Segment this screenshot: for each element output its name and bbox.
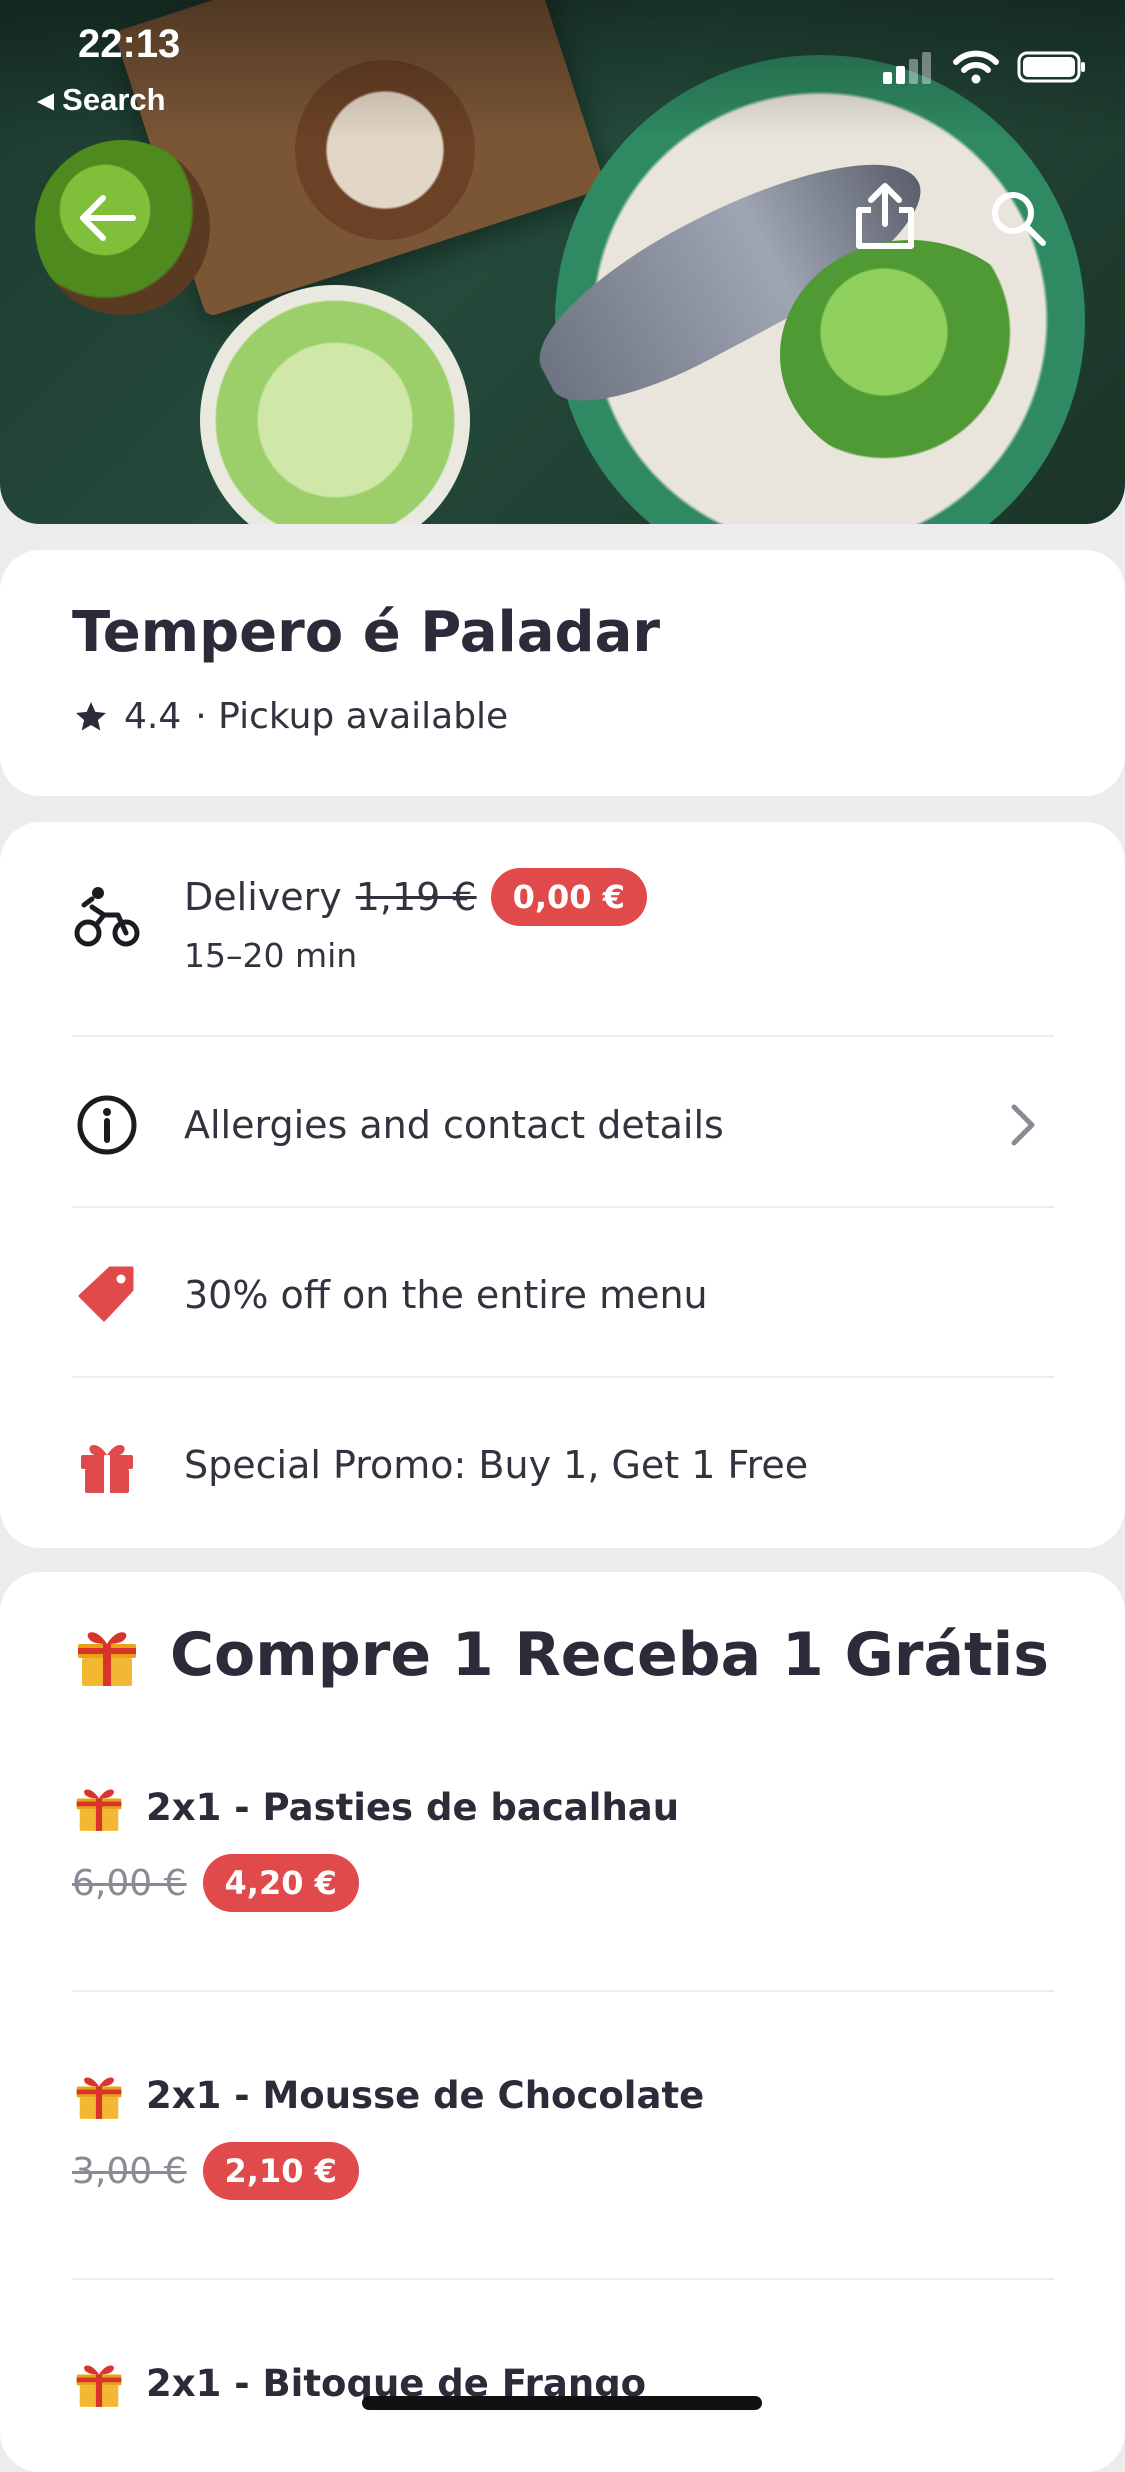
allergies-label: Allergies and contact details: [184, 1103, 724, 1147]
search-button[interactable]: [983, 183, 1053, 253]
info-icon: [72, 1090, 142, 1160]
arrow-left-icon: [80, 195, 136, 241]
share-icon: [856, 183, 914, 249]
restaurant-meta: 4.4 · Pickup available: [72, 696, 508, 737]
menu-item-new-price-badge: 2,10 €: [202, 2142, 359, 2200]
search-icon: [992, 192, 1046, 246]
menu-section-card: [0, 1572, 1125, 2472]
menu-item[interactable]: 2x1 - Pasties de bacalhau 6,00 € 4,20 €: [72, 1780, 1054, 1912]
share-button[interactable]: [850, 180, 920, 250]
delivery-time: 15–20 min: [184, 936, 358, 975]
allergies-row[interactable]: Allergies and contact details: [72, 1090, 1054, 1160]
restaurant-header-card: [0, 550, 1125, 796]
divider: [72, 2278, 1054, 2280]
rating-value: 4.4: [124, 696, 182, 737]
menu-item[interactable]: 2x1 - Mousse de Chocolate 3,00 € 2,10 €: [72, 2068, 1054, 2200]
delivery-old-price: 1,19 €: [355, 875, 477, 919]
menu-item-name: 2x1 - Mousse de Chocolate: [146, 2073, 705, 2117]
status-time: 22:13: [78, 22, 181, 66]
divider: [72, 1035, 1054, 1037]
divider: [72, 1206, 1054, 1208]
gift-icon: [72, 1430, 142, 1500]
promo-row: Special Promo: Buy 1, Get 1 Free: [72, 1430, 1054, 1500]
salad: [780, 240, 1040, 470]
back-button[interactable]: [72, 183, 142, 253]
menu-item-old-price: 6,00 €: [72, 1862, 187, 1904]
gift-emoji-icon: [76, 2077, 122, 2119]
gift-emoji-icon: [76, 2365, 122, 2407]
restaurant-name: Tempero é Paladar: [72, 600, 661, 665]
pickup-status: · Pickup available: [195, 696, 509, 737]
home-indicator[interactable]: [362, 2396, 762, 2410]
gift-emoji-icon: [78, 1632, 136, 1686]
divider: [72, 1990, 1054, 1992]
delivery-new-price-badge: 0,00 €: [490, 868, 647, 926]
section-title-text: Compre 1 Receba 1 Grátis: [170, 1620, 1049, 1690]
section-title: Compre 1 Receba 1 Grátis: [72, 1620, 1049, 1690]
promo-label: Special Promo: Buy 1, Get 1 Free: [184, 1443, 809, 1487]
wifi-icon: [953, 50, 999, 84]
delivery-label: Delivery: [184, 875, 342, 919]
gift-emoji-icon: [76, 1789, 122, 1831]
status-icons: [881, 50, 1087, 84]
delivery-row: Delivery 1,19 € 0,00 € 15–20 min: [72, 868, 1054, 984]
star-icon: [76, 701, 106, 730]
cellular-signal-icon: [883, 52, 931, 84]
menu-item-name: 2x1 - Pasties de bacalhau: [146, 1785, 680, 1829]
menu-item-new-price-badge: 4,20 €: [202, 1854, 359, 1912]
discount-label: 30% off on the entire menu: [184, 1273, 708, 1317]
battery-icon: [1017, 51, 1085, 83]
price-tag-icon: [72, 1260, 142, 1330]
back-to-search-link[interactable]: ◂ Search: [38, 82, 166, 118]
divider: [72, 1376, 1054, 1378]
menu-item-old-price: 3,00 €: [72, 2150, 187, 2192]
discount-row: 30% off on the entire menu: [72, 1260, 1054, 1330]
chevron-right-icon: [1011, 1104, 1035, 1146]
cabbage-bowl: [200, 285, 470, 524]
bicycle-icon: [72, 882, 142, 952]
